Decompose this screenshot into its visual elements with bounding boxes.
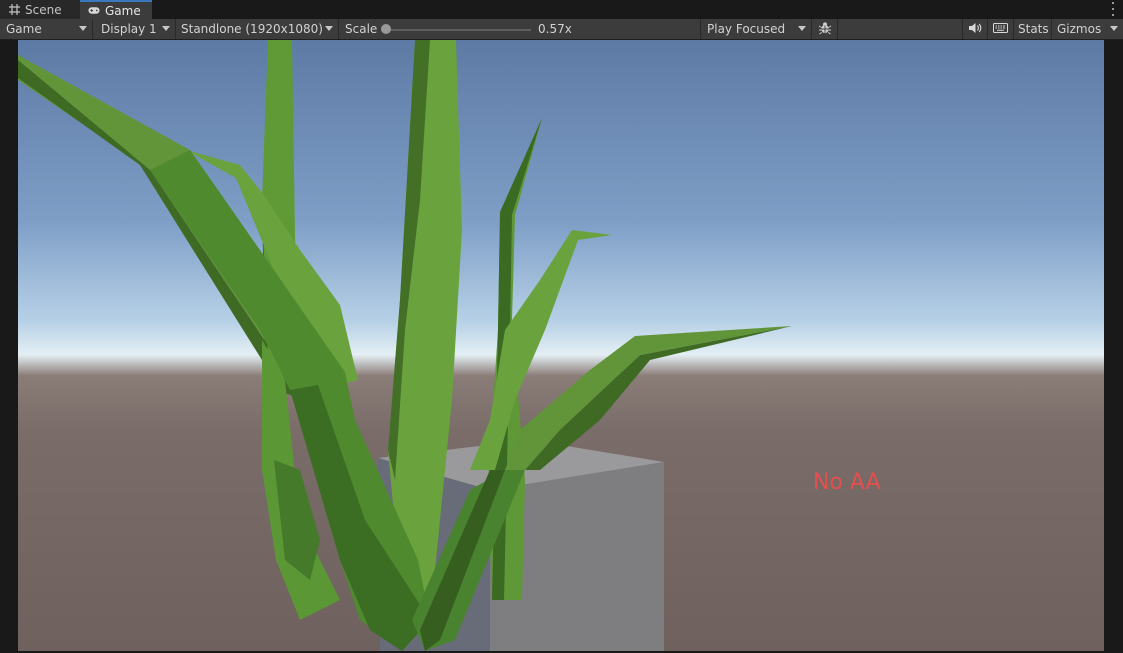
- mute-audio-button[interactable]: [962, 19, 988, 39]
- game-toolbar: Game Display 1 Standlone (1920x1080) Sca…: [0, 19, 1123, 40]
- speaker-icon: [968, 22, 982, 37]
- tab-scene[interactable]: Scene: [0, 0, 80, 19]
- tab-strip: Scene Game: [0, 0, 1123, 19]
- chevron-down-icon: [325, 26, 333, 31]
- tab-game[interactable]: Game: [80, 0, 152, 19]
- chevron-down-icon: [798, 26, 806, 31]
- game-scene: [18, 40, 792, 651]
- tab-scene-label: Scene: [25, 2, 62, 17]
- stats-label: Stats: [1018, 22, 1049, 36]
- scale-slider-track[interactable]: [383, 29, 531, 31]
- stats-button[interactable]: Stats: [1014, 19, 1052, 39]
- resolution-dropdown[interactable]: Standlone (1920x1080): [175, 19, 339, 39]
- scale-label: Scale: [345, 22, 378, 36]
- gizmos-label: Gizmos: [1057, 22, 1102, 36]
- scale-value: 0.57x: [538, 22, 572, 36]
- shortcuts-button[interactable]: [988, 19, 1014, 39]
- anti-aliasing-label: No AA: [813, 470, 881, 495]
- scale-control: Scale 0.57x: [339, 19, 701, 39]
- chevron-down-icon: [79, 26, 87, 31]
- scale-slider-handle[interactable]: [381, 24, 391, 34]
- play-mode-label: Play Focused: [707, 22, 786, 36]
- keyboard-icon: [993, 22, 1008, 36]
- display-dropdown[interactable]: Display 1: [95, 19, 176, 39]
- tab-game-label: Game: [105, 3, 141, 18]
- play-mode-dropdown[interactable]: Play Focused: [701, 19, 812, 39]
- bug-icon: [818, 21, 832, 38]
- kebab-menu-icon[interactable]: [1109, 2, 1117, 16]
- game-view-label: Game: [6, 22, 42, 36]
- resolution-label: Standlone (1920x1080): [181, 22, 323, 36]
- frame-debugger-button[interactable]: [812, 19, 838, 39]
- chevron-down-icon: [162, 26, 170, 31]
- display-label: Display 1: [101, 22, 157, 36]
- gamepad-icon: [88, 5, 100, 17]
- gizmos-dropdown[interactable]: Gizmos: [1052, 19, 1123, 39]
- game-view-dropdown[interactable]: Game: [0, 19, 93, 39]
- game-viewport[interactable]: No AA: [18, 40, 1104, 651]
- chevron-down-icon: [1110, 26, 1118, 31]
- grid-icon: [8, 4, 20, 16]
